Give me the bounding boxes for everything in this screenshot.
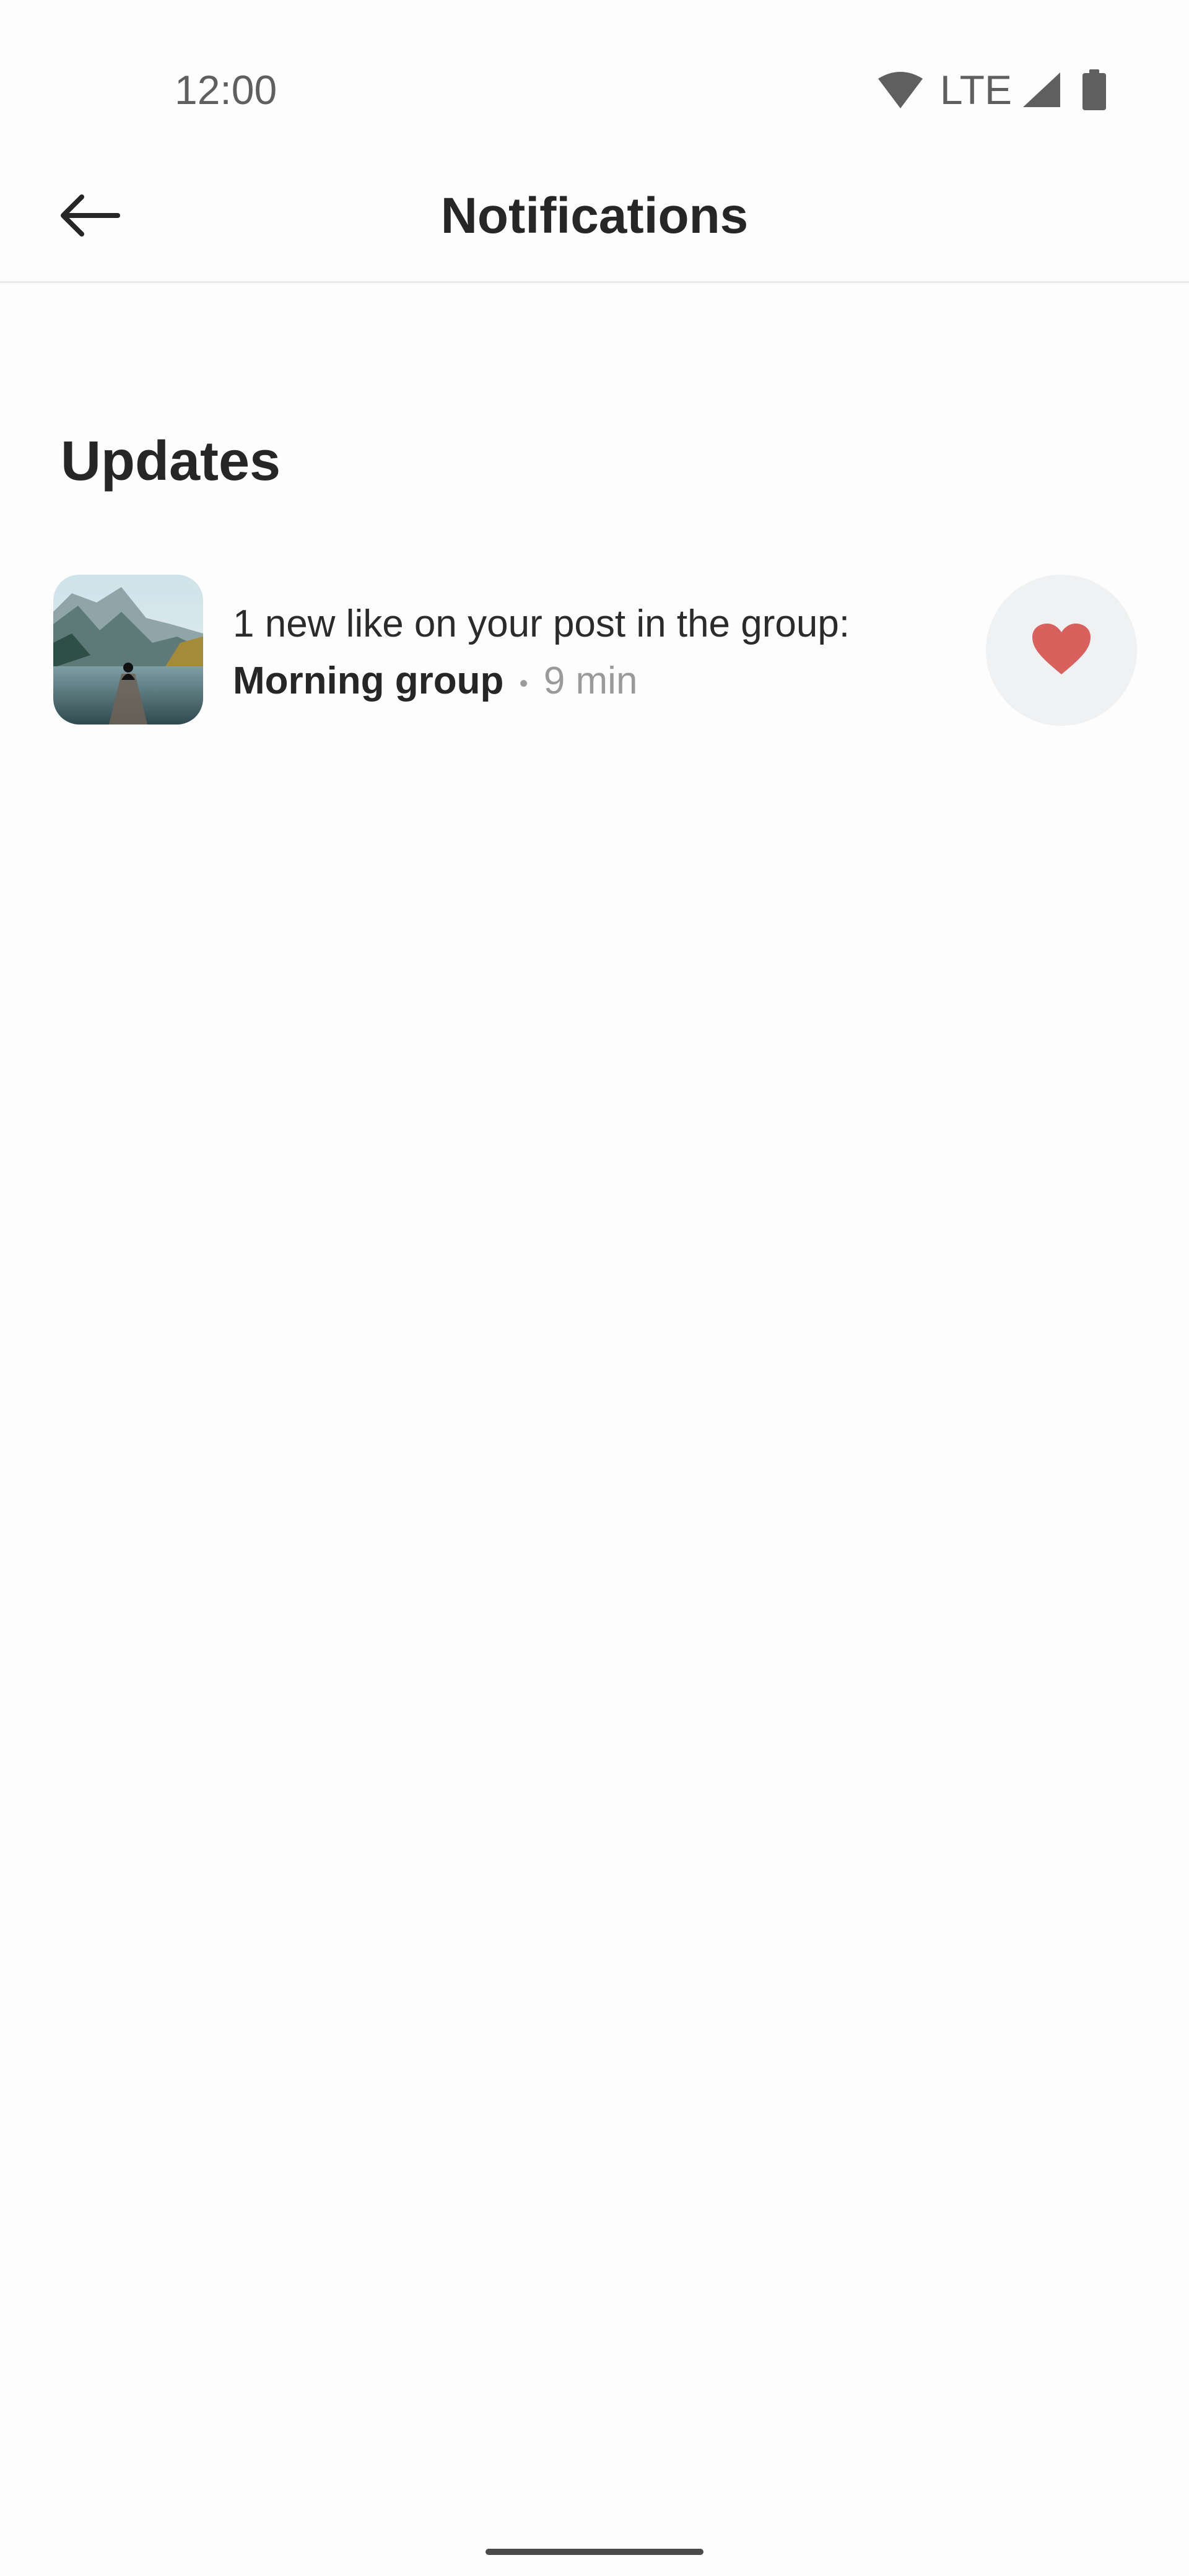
notification-item[interactable]: 1 new like on your post in the group: Mo…: [0, 570, 1189, 731]
meta-separator: •: [519, 669, 528, 697]
status-time: 12:00: [175, 67, 277, 113]
app-bar: Notifications: [0, 149, 1189, 283]
status-bar: 12:00 LTE: [0, 0, 1189, 149]
group-name-link[interactable]: Morning group: [233, 659, 503, 702]
heart-icon: [1031, 622, 1092, 679]
notification-message: 1 new like on your post in the group:: [233, 603, 850, 645]
notification-text: 1 new like on your post in the group: Mo…: [233, 596, 964, 712]
group-thumbnail-image: [53, 575, 203, 724]
battery-icon: [1082, 69, 1106, 110]
status-icons: LTE: [877, 62, 1106, 118]
home-indicator-bar[interactable]: [486, 2549, 703, 2555]
network-type-label: LTE: [939, 67, 1012, 113]
notification-meta-line: Morning group • 9 min: [233, 653, 964, 712]
page-title: Notifications: [440, 188, 749, 244]
cell-signal-icon: [1022, 71, 1061, 108]
like-button[interactable]: [986, 575, 1137, 726]
arrow-left-icon: [59, 194, 120, 240]
back-button[interactable]: [43, 176, 136, 257]
section-heading-updates: Updates: [61, 430, 281, 492]
wifi-icon: [877, 70, 924, 110]
notification-time: 9 min: [543, 659, 638, 702]
